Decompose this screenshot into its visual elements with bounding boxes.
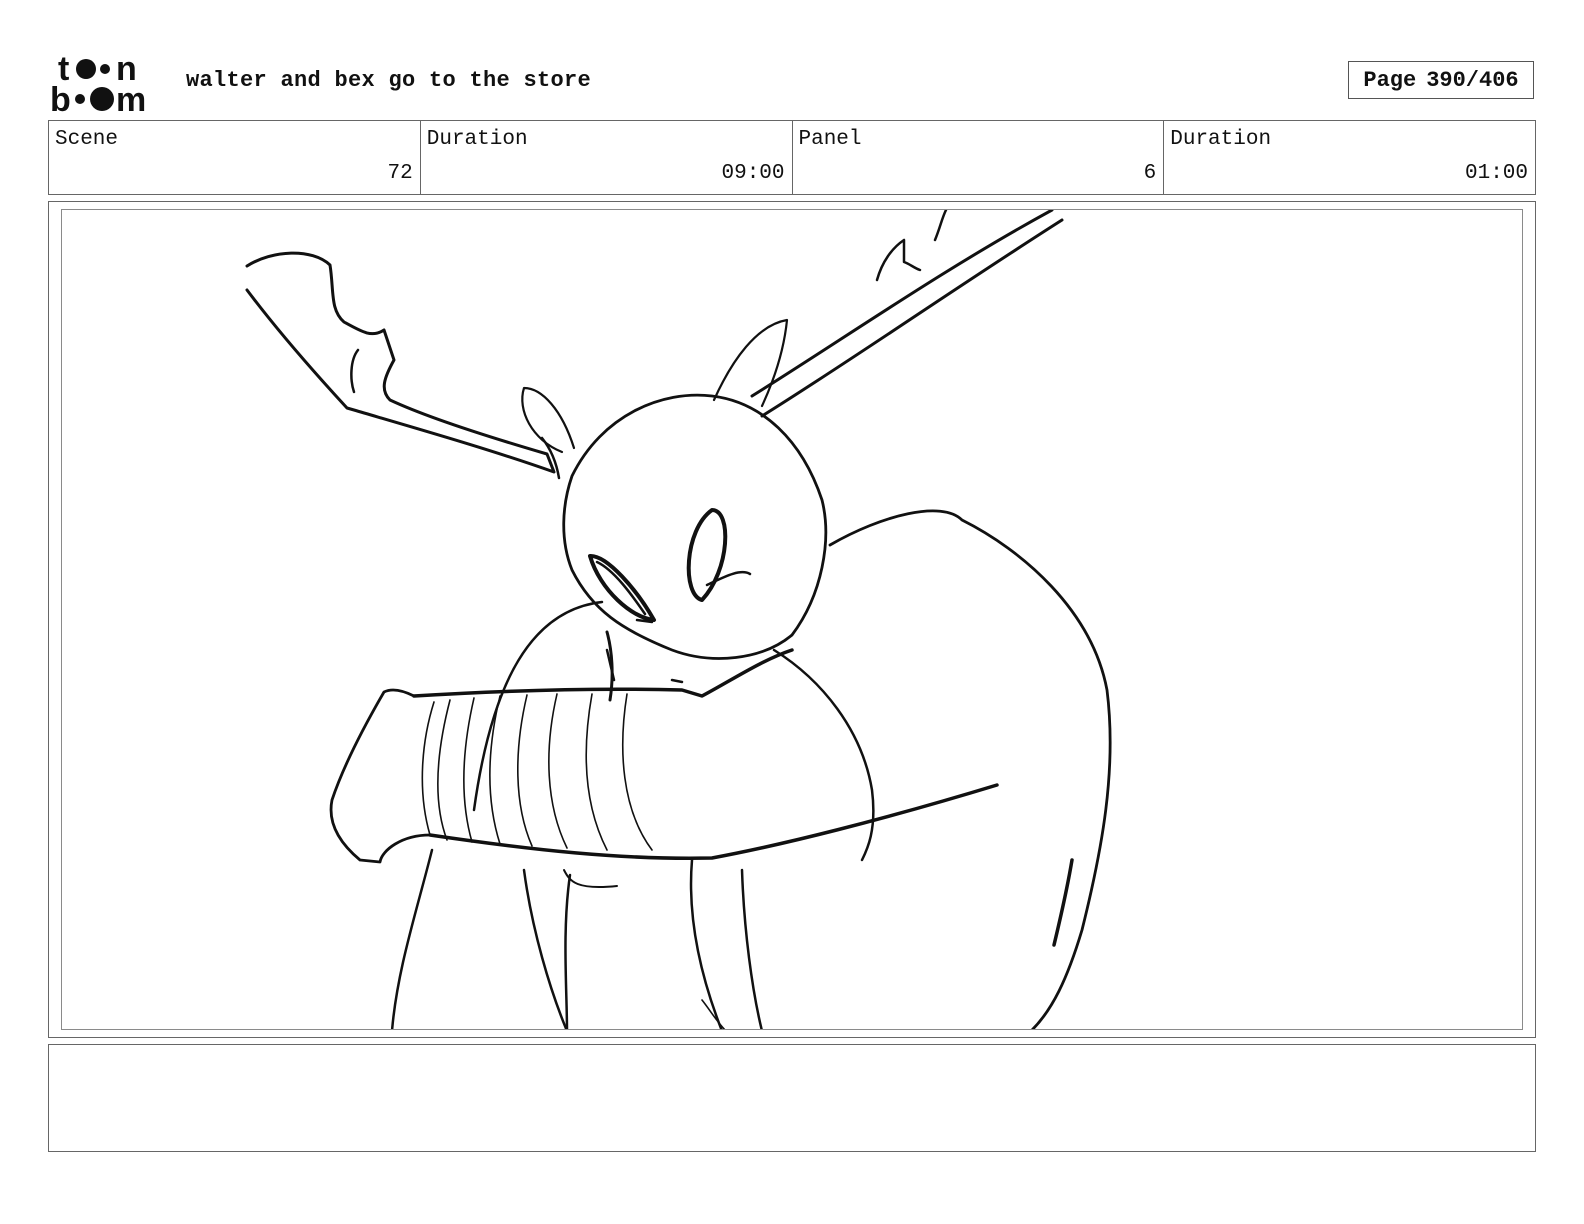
head-sketch xyxy=(562,393,828,660)
toon-boom-logo: t n b m xyxy=(50,50,146,114)
panel-info-row: Scene 72 Duration 09:00 Panel 6 Duration… xyxy=(48,120,1536,195)
scene-duration-label: Duration xyxy=(426,128,528,151)
storyboard-title: walter and bex go to the store xyxy=(186,68,592,93)
body-sketch xyxy=(828,509,1112,1029)
panel-cell: Panel 6 xyxy=(793,121,1165,194)
panel-label: Panel xyxy=(798,128,862,151)
right-stick-sketch xyxy=(750,210,1054,398)
panel-notes-box xyxy=(48,1044,1536,1152)
hand-sketch xyxy=(329,688,432,864)
left-leg-sketch xyxy=(390,848,434,1029)
left-eye-sketch xyxy=(588,554,656,622)
right-leg-sketch xyxy=(689,858,723,1029)
svg-text:b: b xyxy=(50,81,71,114)
sketch-drawing xyxy=(245,210,1112,1029)
scene-duration-cell: Duration 09:00 xyxy=(421,121,793,194)
panel-value: 6 xyxy=(1143,162,1157,185)
panel-duration-cell: Duration 01:00 xyxy=(1164,121,1535,194)
right-ear-sketch xyxy=(712,318,789,408)
scene-duration-value: 09:00 xyxy=(721,162,785,185)
panel-duration-value: 01:00 xyxy=(1464,162,1528,185)
page-number: 390/406 xyxy=(1426,67,1519,93)
panel-image-frame xyxy=(61,209,1523,1030)
page-indicator: Page 390/406 xyxy=(1348,61,1534,99)
page-label: Page xyxy=(1363,67,1417,93)
panel-duration-label: Duration xyxy=(1170,128,1272,151)
right-eye-sketch xyxy=(686,508,728,602)
scene-value: 72 xyxy=(387,162,413,185)
left-ear-sketch xyxy=(521,386,576,454)
svg-text:m: m xyxy=(116,81,146,114)
scene-cell: Scene 72 xyxy=(49,121,421,194)
scene-label: Scene xyxy=(55,128,119,151)
storyboard-panel xyxy=(48,201,1536,1038)
left-stick-sketch xyxy=(245,251,556,474)
